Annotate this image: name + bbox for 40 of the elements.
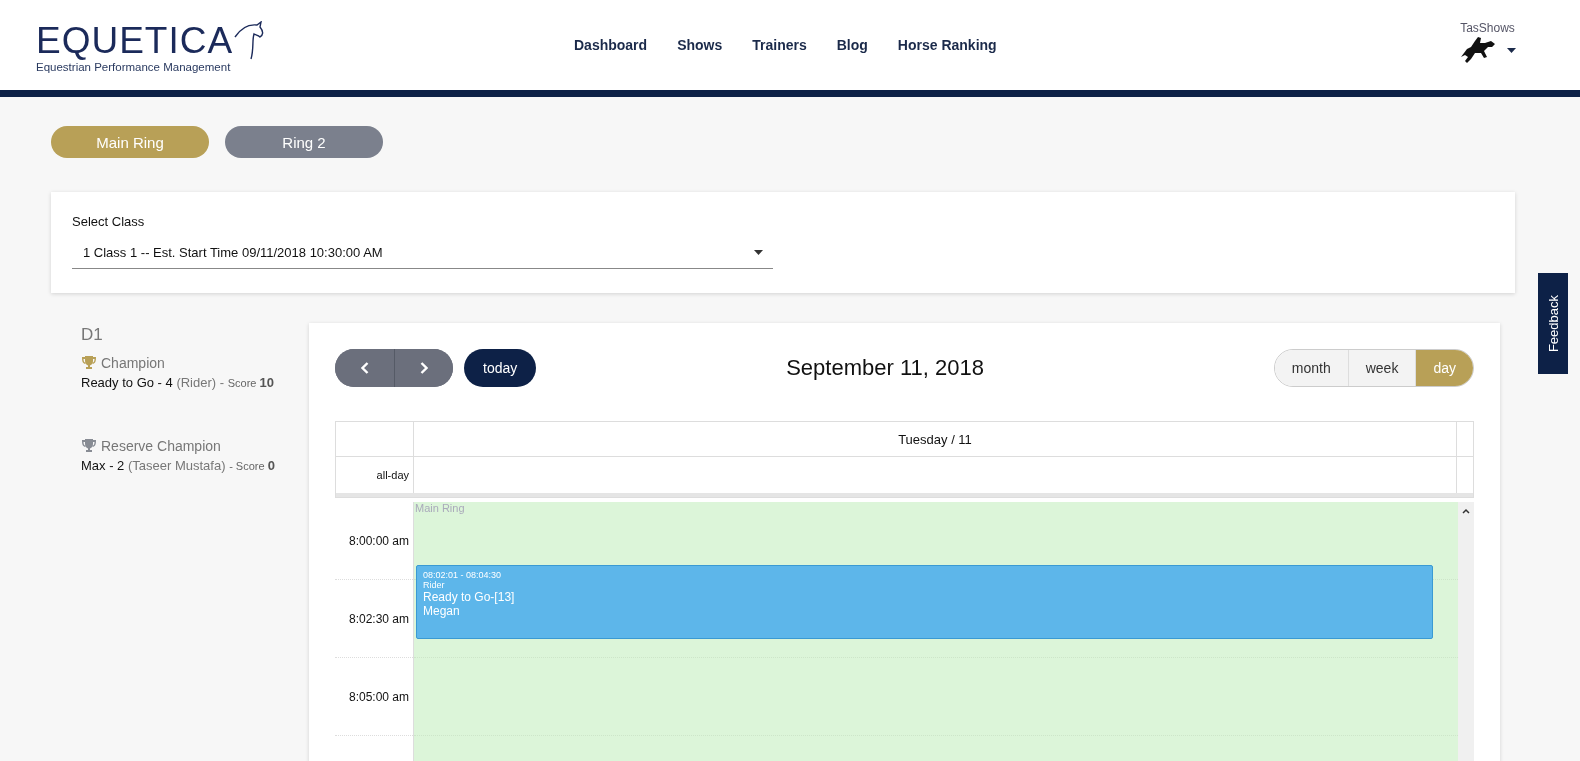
horse-head-logo-icon [233,21,266,61]
show-jumper-icon[interactable] [1459,35,1497,65]
event-rider: Megan [423,604,461,618]
day-header: Tuesday / 11 [898,431,972,447]
nav-link[interactable]: Horse Ranking [897,37,997,53]
next-button[interactable] [394,349,453,387]
award-title: Champion [101,355,165,371]
event-time: 08:02:01 - 08:04:30 [423,570,503,580]
logo-wordmark: EQUETICA [36,21,234,61]
time-label: 8:05:00 am [348,689,409,704]
logo-tagline: Equestrian Performance Management [36,61,232,73]
award-title: Reserve Champion [101,438,221,454]
event-title: Ready to Go-[13] [423,590,516,604]
class-dropdown[interactable]: 1 Class 1 -- Est. Start Time 09/11/2018 10:30:00 AM [72,239,773,269]
today-button[interactable]: today [464,349,537,387]
view-toggle[interactable]: week [1347,350,1416,386]
resource-label: Main Ring [415,502,465,514]
award-result: Max - 2 (Taseer Mustafa) - Score 0 [81,458,276,473]
caret-icon[interactable] [1507,47,1516,53]
all-day-label: all-day [376,469,409,481]
feedback-tab[interactable]: Feedback [1538,273,1568,374]
chevron-right-icon [420,362,428,374]
time-label: 8:02:30 am [348,611,409,626]
nav-link[interactable]: Trainers [752,37,807,53]
scroll-up-icon[interactable] [1462,508,1470,514]
nav-link[interactable]: Blog [836,37,868,53]
time-label: 8:00:00 am [348,533,409,548]
nav-link[interactable]: Dashboard [574,37,648,53]
event-role: Rider [423,580,446,590]
caret-icon [754,250,763,255]
award-result: Ready to Go - 4 (Rider) - Score 10 [81,375,275,390]
user-name: TasShows [1460,21,1515,35]
scrollbar[interactable] [1458,502,1474,761]
calendar-title: September 11, 2018 [786,355,984,381]
field-label: Select Class [72,214,146,229]
ring-tab[interactable]: Ring 2 [225,126,383,158]
view-toggle[interactable]: month [1274,350,1348,386]
division-title: D1 [81,325,104,345]
chevron-left-icon [360,362,369,374]
nav-link[interactable]: Shows [677,37,723,53]
